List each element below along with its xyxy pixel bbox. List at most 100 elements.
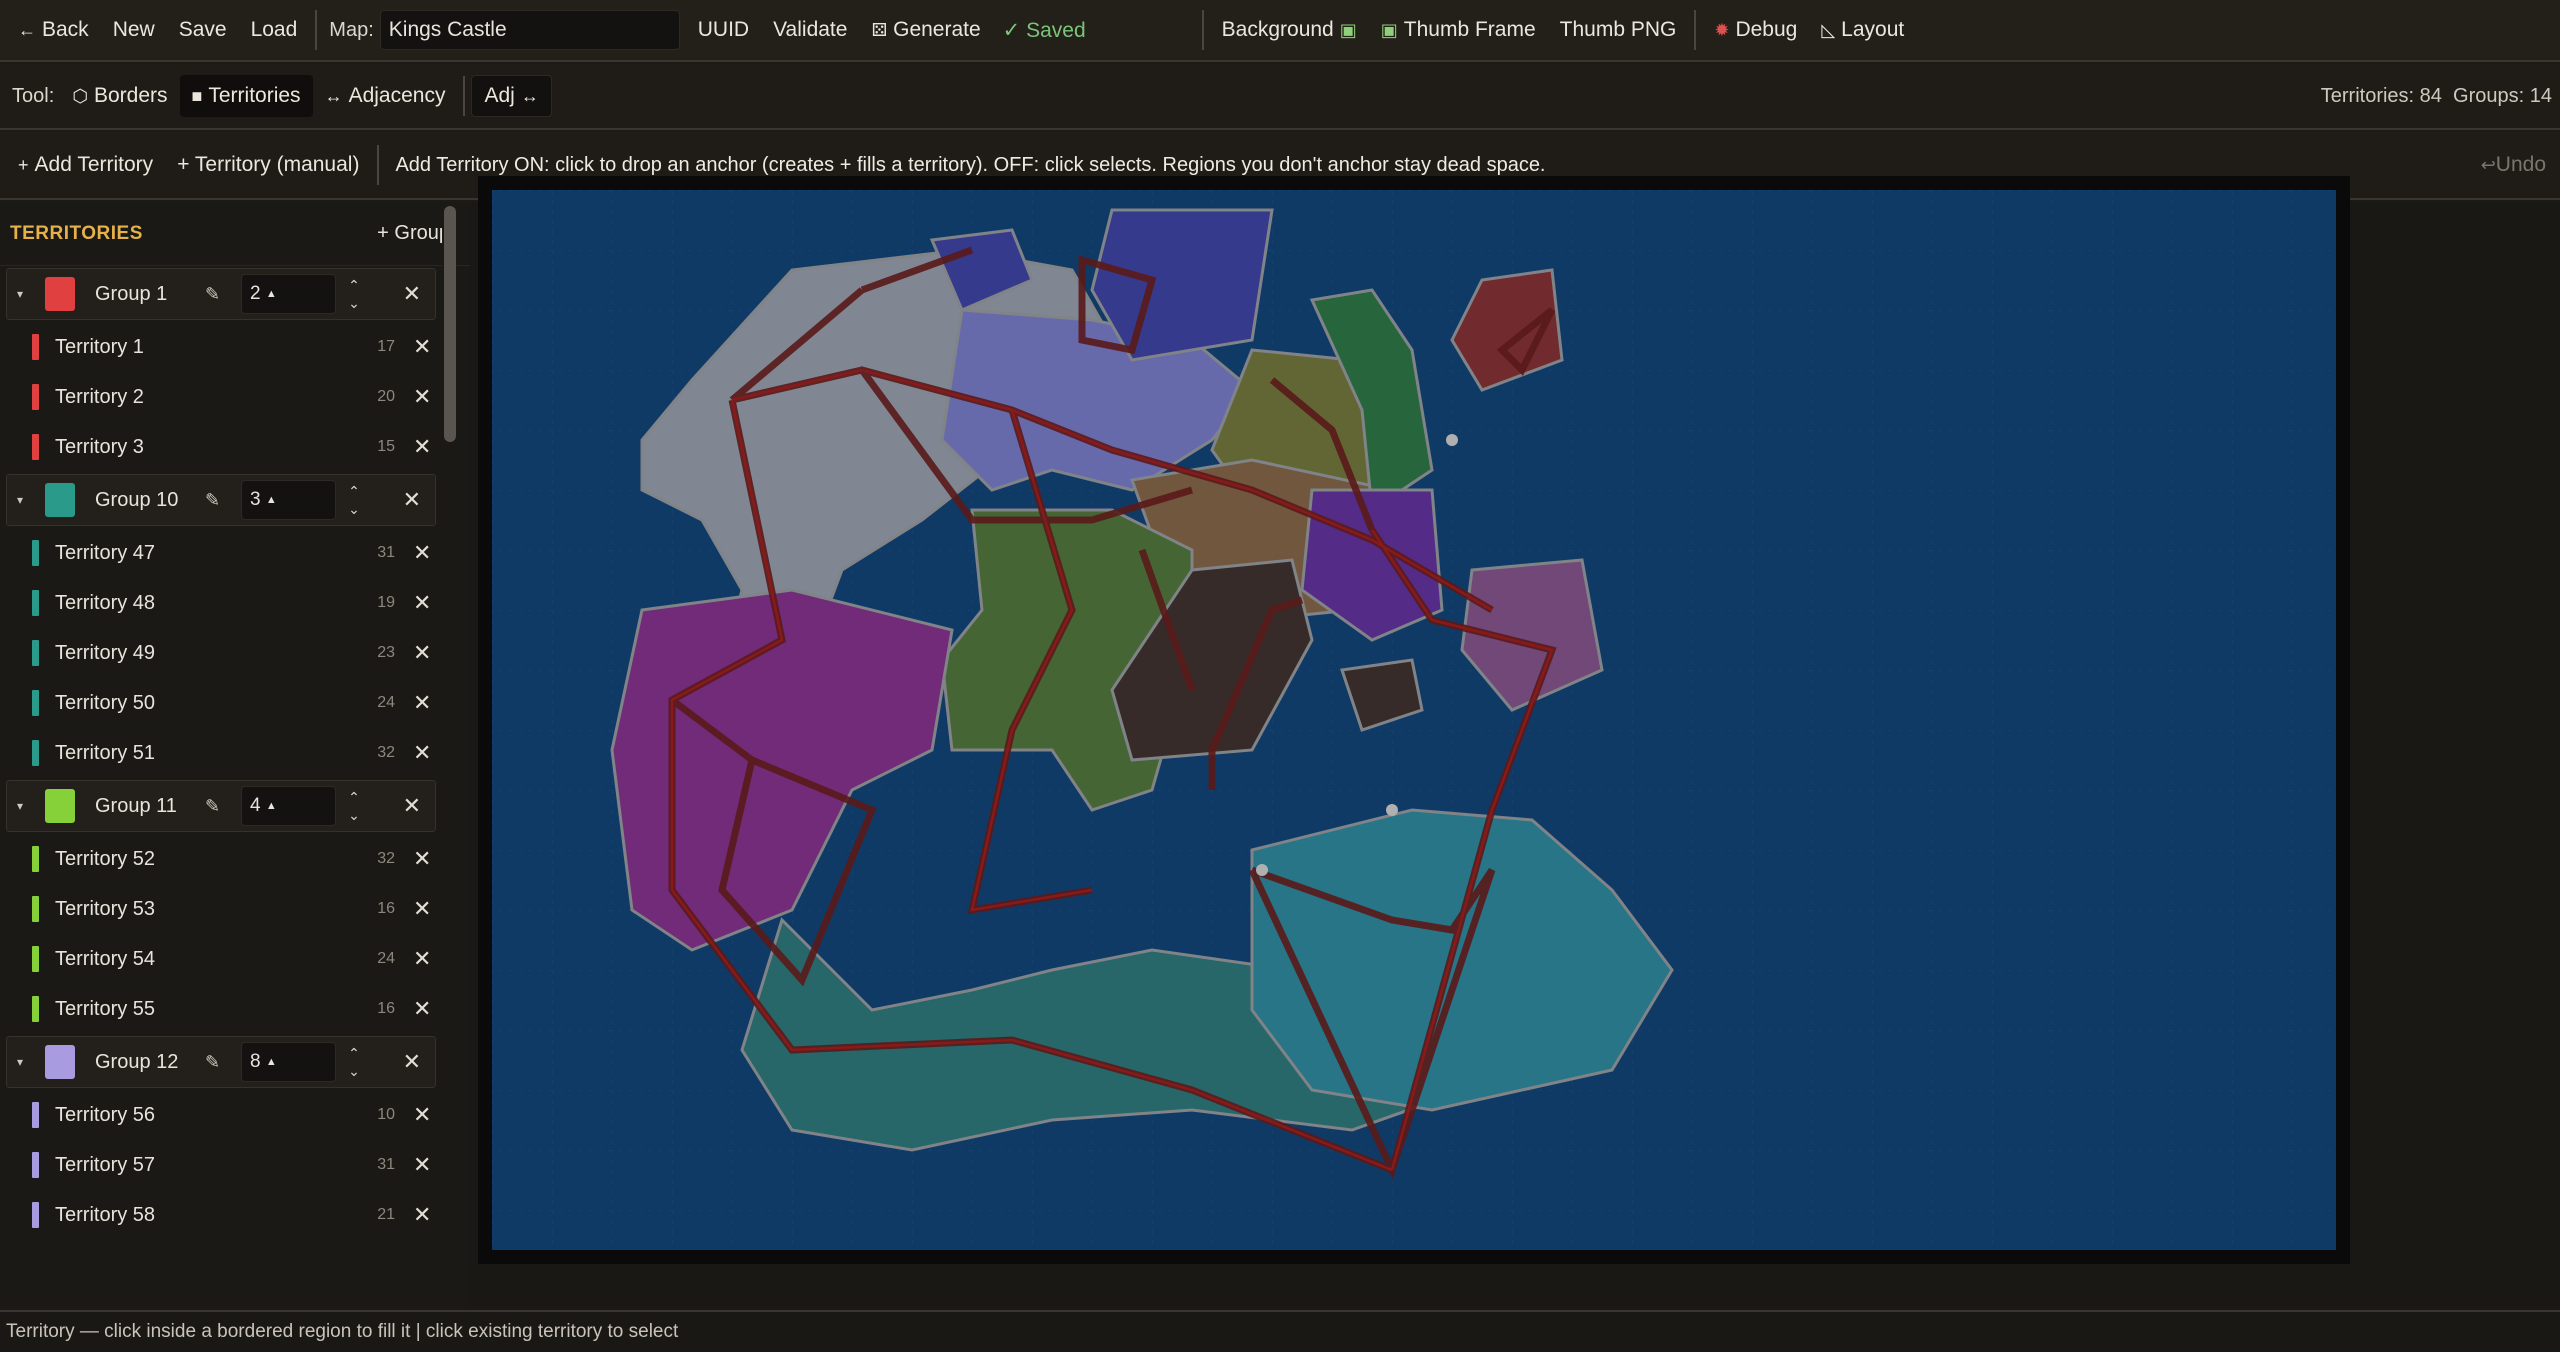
uuid-button[interactable]: UUID <box>686 9 761 51</box>
region-blue[interactable] <box>1090 208 1274 362</box>
pencil-icon[interactable]: ✎ <box>205 490 235 511</box>
territory-row[interactable]: Territory 53 16 ✕ <box>0 884 442 934</box>
territory-row[interactable]: Territory 52 32 ✕ <box>0 834 442 884</box>
territory-row[interactable]: Territory 51 32 ✕ <box>0 728 442 778</box>
tool-adjacency[interactable]: ↔ Adjacency <box>313 75 458 117</box>
chevron-up-icon[interactable]: ⌃ <box>348 1044 360 1062</box>
map-name-input[interactable]: Kings Castle <box>379 10 680 50</box>
territory-color-bar <box>32 540 39 566</box>
load-button[interactable]: Load <box>239 9 310 51</box>
chevron-down-icon[interactable]: ▾ <box>17 799 45 813</box>
group-color-swatch[interactable] <box>45 277 75 311</box>
layout-button[interactable]: ◺ Layout <box>1809 9 1916 51</box>
stepper-arrows[interactable]: ⌃ ⌄ <box>342 788 366 824</box>
territory-row[interactable]: Territory 2 20 ✕ <box>0 372 442 422</box>
stepper-arrows[interactable]: ⌃ ⌄ <box>342 276 366 312</box>
delete-territory-button[interactable]: ✕ <box>413 590 431 616</box>
chevron-down-icon[interactable]: ⌄ <box>348 806 360 824</box>
chevron-down-icon[interactable]: ▾ <box>17 287 45 301</box>
group-list: ▾ Group 1 ✎ 2 ▲ ⌃ ⌄ ✕ Territory 1 17 ✕ Te… <box>0 268 470 1240</box>
tool-borders[interactable]: ⬡ Borders <box>60 75 179 117</box>
thumb-frame-button[interactable]: ▣ Thumb Frame <box>1369 9 1548 51</box>
stepper-arrows[interactable]: ⌃ ⌄ <box>342 1044 366 1080</box>
chevron-down-icon[interactable]: ⌄ <box>348 1062 360 1080</box>
group-color-swatch[interactable] <box>45 483 75 517</box>
territory-row[interactable]: Territory 54 24 ✕ <box>0 934 442 984</box>
delete-territory-button[interactable]: ✕ <box>413 740 431 766</box>
pencil-icon[interactable]: ✎ <box>205 796 235 817</box>
delete-territory-button[interactable]: ✕ <box>413 690 431 716</box>
group-row[interactable]: ▾ Group 1 ✎ 2 ▲ ⌃ ⌄ ✕ <box>6 268 436 320</box>
territory-name: Territory 56 <box>55 1103 156 1126</box>
group-row[interactable]: ▾ Group 11 ✎ 4 ▲ ⌃ ⌄ ✕ <box>6 780 436 832</box>
group-value-stepper[interactable]: 2 ▲ <box>241 274 336 314</box>
save-button[interactable]: Save <box>167 9 239 51</box>
tool-territories[interactable]: ■ Territories <box>179 75 313 117</box>
territory-color-bar <box>32 690 39 716</box>
delete-territory-button[interactable]: ✕ <box>413 846 431 872</box>
group-value-stepper[interactable]: 3 ▲ <box>241 480 336 520</box>
pencil-icon[interactable]: ✎ <box>205 284 235 305</box>
group-row[interactable]: ▾ Group 12 ✎ 8 ▲ ⌃ ⌄ ✕ <box>6 1036 436 1088</box>
add-territory-manual-button[interactable]: + Territory (manual) <box>165 144 371 186</box>
chevron-down-icon[interactable]: ⌄ <box>348 294 360 312</box>
new-button[interactable]: New <box>101 9 167 51</box>
delete-territory-button[interactable]: ✕ <box>413 946 431 972</box>
debug-button[interactable]: ✹ Debug <box>1702 9 1809 51</box>
delete-territory-button[interactable]: ✕ <box>413 896 431 922</box>
delete-territory-button[interactable]: ✕ <box>413 1152 431 1178</box>
add-group-button[interactable]: + Group <box>377 222 450 245</box>
delete-territory-button[interactable]: ✕ <box>413 996 431 1022</box>
territory-color-bar <box>32 946 39 972</box>
map-canvas[interactable] <box>478 176 2350 1264</box>
chevron-down-icon[interactable]: ⌄ <box>348 500 360 518</box>
territory-row[interactable]: Territory 58 21 ✕ <box>0 1190 442 1240</box>
territory-row[interactable]: Territory 47 31 ✕ <box>0 528 442 578</box>
group-color-swatch[interactable] <box>45 789 75 823</box>
delete-territory-button[interactable]: ✕ <box>413 540 431 566</box>
delete-territory-button[interactable]: ✕ <box>413 384 431 410</box>
chevron-down-icon[interactable]: ▾ <box>17 493 45 507</box>
group-color-swatch[interactable] <box>45 1045 75 1079</box>
delete-group-button[interactable]: ✕ <box>403 1049 421 1075</box>
group-value-stepper[interactable]: 4 ▲ <box>241 786 336 826</box>
delete-group-button[interactable]: ✕ <box>403 793 421 819</box>
group-value-stepper[interactable]: 8 ▲ <box>241 1042 336 1082</box>
territory-name: Territory 54 <box>55 947 156 970</box>
undo-button[interactable]: ↩Undo <box>2481 153 2546 177</box>
delete-territory-button[interactable]: ✕ <box>413 1102 431 1128</box>
territory-name: Territory 49 <box>55 641 156 664</box>
background-button[interactable]: Background ▣ <box>1210 9 1369 51</box>
delete-territory-button[interactable]: ✕ <box>413 334 431 360</box>
chevron-down-icon[interactable]: ▾ <box>17 1055 45 1069</box>
territory-row[interactable]: Territory 56 10 ✕ <box>0 1090 442 1140</box>
stepper-arrows[interactable]: ⌃ ⌄ <box>342 482 366 518</box>
territory-row[interactable]: Territory 3 15 ✕ <box>0 422 442 472</box>
generate-button[interactable]: ⚄ Generate <box>859 9 992 51</box>
chevron-up-icon[interactable]: ⌃ <box>348 482 360 500</box>
territory-row[interactable]: Territory 50 24 ✕ <box>0 678 442 728</box>
sidebar-scroll-thumb[interactable] <box>444 206 456 442</box>
delete-group-button[interactable]: ✕ <box>403 281 421 307</box>
adj-toggle-button[interactable]: Adj ↔ <box>471 75 552 117</box>
territories-count: Territories: 84 <box>2320 84 2442 107</box>
territory-row[interactable]: Territory 57 31 ✕ <box>0 1140 442 1190</box>
delete-group-button[interactable]: ✕ <box>403 487 421 513</box>
thumb-png-button[interactable]: Thumb PNG <box>1548 9 1689 51</box>
validate-button[interactable]: Validate <box>761 9 859 51</box>
territory-row[interactable]: Territory 48 19 ✕ <box>0 578 442 628</box>
add-territory-button[interactable]: + Add Territory <box>6 144 165 186</box>
group-row[interactable]: ▾ Group 10 ✎ 3 ▲ ⌃ ⌄ ✕ <box>6 474 436 526</box>
territory-color-bar <box>32 434 39 460</box>
territory-row[interactable]: Territory 49 23 ✕ <box>0 628 442 678</box>
chevron-up-icon[interactable]: ⌃ <box>348 788 360 806</box>
delete-territory-button[interactable]: ✕ <box>413 1202 431 1228</box>
territory-row[interactable]: Territory 55 16 ✕ <box>0 984 442 1034</box>
delete-territory-button[interactable]: ✕ <box>413 640 431 666</box>
chevron-up-icon[interactable]: ⌃ <box>348 276 360 294</box>
back-button[interactable]: ← Back <box>6 9 101 51</box>
toolbar-divider <box>1201 10 1204 50</box>
pencil-icon[interactable]: ✎ <box>205 1052 235 1073</box>
delete-territory-button[interactable]: ✕ <box>413 434 431 460</box>
territory-row[interactable]: Territory 1 17 ✕ <box>0 322 442 372</box>
